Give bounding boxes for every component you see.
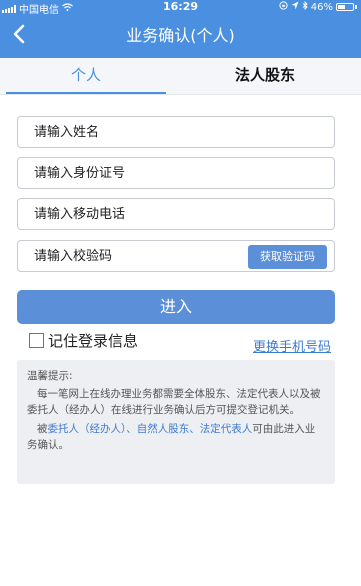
verification-code-input[interactable]	[34, 241, 254, 271]
verification-code-field: 获取验证码	[17, 240, 335, 272]
tab-corporate-shareholder[interactable]: 法人股东	[185, 58, 345, 94]
status-right: 46%	[279, 0, 357, 13]
tips-paragraph-1: 每一笔网上在线办理业务都需要全体股东、法定代表人以及被委托人（经办人）在线进行业…	[27, 388, 321, 416]
name-input[interactable]	[34, 117, 254, 147]
bluetooth-icon	[302, 0, 308, 13]
name-field	[17, 116, 335, 148]
tab-bar: 个人 法人股东	[0, 58, 361, 95]
lock-rotation-icon	[279, 1, 288, 13]
tips-highlight-legal-rep: 法定代表人	[199, 423, 253, 435]
change-phone-link[interactable]: 更换手机号码	[253, 336, 331, 355]
tips-highlight-agent: 委托人（经办人）	[47, 423, 127, 435]
battery-cap	[355, 5, 357, 9]
location-icon	[291, 1, 299, 13]
battery-percent: 46%	[310, 1, 333, 13]
get-code-button[interactable]: 获取验证码	[248, 245, 327, 269]
id-number-field	[17, 157, 335, 189]
tab-personal[interactable]: 个人	[6, 58, 166, 94]
tips-title: 温馨提示:	[27, 370, 73, 382]
mobile-field	[17, 198, 335, 230]
battery-icon	[336, 3, 354, 11]
remember-login[interactable]: 记住登录信息	[29, 330, 138, 351]
remember-checkbox[interactable]	[29, 333, 44, 348]
tips-separator-2: 、	[189, 423, 200, 435]
tips-highlight-natural-shareholder: 自然人股东	[136, 423, 190, 435]
status-bar: 中国电信 16:29 46%	[0, 0, 361, 16]
tips-paragraph-2: 被委托人（经办人）、自然人股东、法定代表人可由此进入业务确认。	[27, 421, 325, 453]
nav-bar: 业务确认(个人)	[0, 14, 361, 58]
tips-separator-1: 、	[126, 423, 137, 435]
mobile-input[interactable]	[34, 199, 254, 229]
tips-prefix: 被	[37, 423, 48, 435]
page-title: 业务确认(个人)	[126, 26, 235, 45]
tips-box: 温馨提示: 每一笔网上在线办理业务都需要全体股东、法定代表人以及被委托人（经办人…	[17, 360, 335, 484]
remember-label: 记住登录信息	[48, 332, 139, 350]
enter-button[interactable]: 进入	[17, 290, 335, 324]
id-number-input[interactable]	[34, 158, 254, 188]
